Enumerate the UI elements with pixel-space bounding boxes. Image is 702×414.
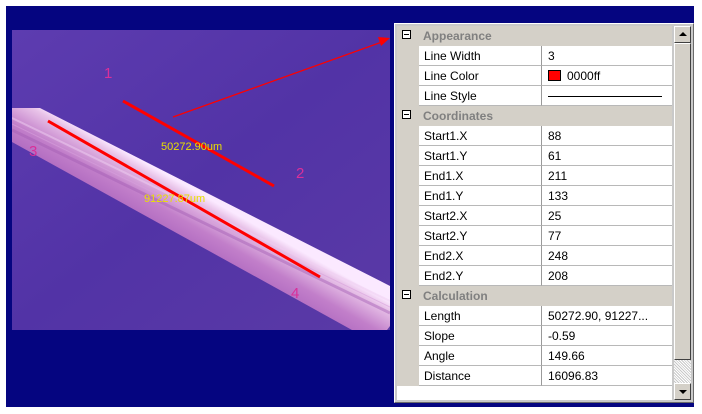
end1-x-value[interactable]: 211 (542, 166, 672, 186)
arrow-up-icon (679, 32, 687, 36)
property-angle[interactable]: Angle 149.66 (397, 346, 672, 366)
property-name: Line Color (419, 66, 542, 86)
line-width-value[interactable]: 3 (542, 46, 672, 66)
start2-x-value[interactable]: 25 (542, 206, 672, 226)
collapse-icon[interactable] (402, 290, 411, 299)
end2-x-value[interactable]: 248 (542, 246, 672, 266)
property-start2-x[interactable]: Start2.X 25 (397, 206, 672, 226)
solid-line-icon (548, 96, 662, 97)
line-color-value[interactable]: 0000ff (542, 66, 672, 86)
property-name: Distance (419, 366, 542, 386)
property-name: Length (419, 306, 542, 326)
property-grid: Appearance Line Width 3 Line Color 0000f… (397, 26, 672, 400)
property-distance[interactable]: Distance 16096.83 (397, 366, 672, 386)
end1-y-value[interactable]: 133 (542, 186, 672, 206)
slope-value[interactable]: -0.59 (542, 326, 672, 346)
property-name: Line Width (419, 46, 542, 66)
property-end2-y[interactable]: End2.Y 208 (397, 266, 672, 286)
property-name: Start2.Y (419, 226, 542, 246)
scroll-thumb[interactable] (674, 43, 691, 360)
property-end1-x[interactable]: End1.X 211 (397, 166, 672, 186)
property-name: Line Style (419, 86, 542, 106)
property-end1-y[interactable]: End1.Y 133 (397, 186, 672, 206)
property-name: Angle (419, 346, 542, 366)
property-start1-y[interactable]: Start1.Y 61 (397, 146, 672, 166)
length-value[interactable]: 50272.90, 91227... (542, 306, 672, 326)
start2-y-value[interactable]: 77 (542, 226, 672, 246)
category-calculation-label: Calculation (423, 289, 488, 303)
property-line-width[interactable]: Line Width 3 (397, 46, 672, 66)
start1-x-value[interactable]: 88 (542, 126, 672, 146)
line-style-value[interactable] (542, 86, 672, 106)
scroll-up-button[interactable] (674, 26, 691, 43)
arrow-down-icon (679, 390, 687, 394)
property-start1-x[interactable]: Start1.X 88 (397, 126, 672, 146)
category-appearance-label: Appearance (423, 29, 492, 43)
vertical-scrollbar[interactable] (674, 26, 691, 400)
property-name: Start1.Y (419, 146, 542, 166)
property-name: Start2.X (419, 206, 542, 226)
microscope-image-canvas (12, 30, 390, 330)
property-end2-x[interactable]: End2.X 248 (397, 246, 672, 266)
microscope-image[interactable] (12, 30, 390, 330)
angle-value[interactable]: 149.66 (542, 346, 672, 366)
color-swatch (548, 70, 561, 81)
property-name: End2.Y (419, 266, 542, 286)
app-window: 1 2 3 4 50272.90um 91227.87um Appearance… (0, 0, 702, 414)
scroll-down-button[interactable] (674, 383, 691, 400)
property-length[interactable]: Length 50272.90, 91227... (397, 306, 672, 326)
category-appearance[interactable]: Appearance (397, 26, 672, 46)
category-coordinates-label: Coordinates (423, 109, 494, 123)
property-line-color[interactable]: Line Color 0000ff (397, 66, 672, 86)
end2-y-value[interactable]: 208 (542, 266, 672, 286)
property-line-style[interactable]: Line Style (397, 86, 672, 106)
property-name: Slope (419, 326, 542, 346)
property-start2-y[interactable]: Start2.Y 77 (397, 226, 672, 246)
category-coordinates[interactable]: Coordinates (397, 106, 672, 126)
line-color-text: 0000ff (567, 69, 601, 83)
property-name: End2.X (419, 246, 542, 266)
start1-y-value[interactable]: 61 (542, 146, 672, 166)
collapse-icon[interactable] (402, 110, 411, 119)
distance-value[interactable]: 16096.83 (542, 366, 672, 386)
property-slope[interactable]: Slope -0.59 (397, 326, 672, 346)
property-grid-panel: Appearance Line Width 3 Line Color 0000f… (394, 23, 694, 403)
category-calculation[interactable]: Calculation (397, 286, 672, 306)
property-name: End1.Y (419, 186, 542, 206)
property-name: Start1.X (419, 126, 542, 146)
image-viewport: 1 2 3 4 50272.90um 91227.87um Appearance… (6, 6, 694, 407)
scroll-track[interactable] (674, 360, 691, 383)
collapse-icon[interactable] (402, 30, 411, 39)
property-name: End1.X (419, 166, 542, 186)
